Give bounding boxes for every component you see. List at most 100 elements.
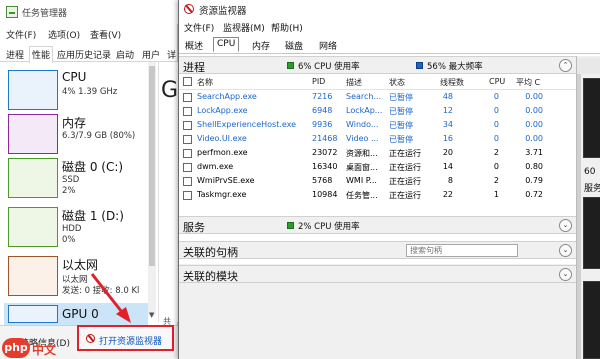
- process-pid: 10984: [312, 190, 338, 199]
- tab-memory[interactable]: 内存: [252, 39, 270, 52]
- process-cpu: 0: [493, 162, 499, 171]
- perf-item-ethernet[interactable]: 以太网 以太网 发送: 0 接收: 8.0 Kl: [4, 254, 148, 306]
- handles-title: 关联的句柄: [183, 246, 238, 259]
- handles-section-header[interactable]: 关联的句柄 ⌄: [179, 241, 576, 259]
- process-status: 已暂停: [389, 93, 413, 102]
- row-checkbox[interactable]: [183, 93, 192, 102]
- process-pid: 21468: [312, 134, 338, 143]
- cpu-graph: [583, 78, 600, 158]
- process-cpu: 2: [493, 176, 499, 185]
- collapse-chevron-icon[interactable]: ⌃: [559, 59, 572, 72]
- resource-monitor-titlebar: 资源监视器: [179, 0, 600, 17]
- services-section-header[interactable]: 服务 2% CPU 使用率 ⌄: [179, 216, 576, 234]
- tab-processes[interactable]: 进程: [6, 48, 24, 61]
- column-cpu[interactable]: CPU: [489, 77, 505, 86]
- process-cpu: 2: [493, 148, 499, 157]
- table-row[interactable]: WmiPrvSE.exe 5768 WMI P... 正在运行 8 2 0.79: [179, 175, 576, 189]
- tab-details[interactable]: 详: [167, 48, 176, 61]
- task-manager-titlebar: 任务管理器: [0, 0, 178, 24]
- row-checkbox[interactable]: [183, 177, 192, 186]
- menu-view[interactable]: 查看(V): [90, 28, 121, 41]
- row-checkbox[interactable]: [183, 135, 192, 144]
- perf-item-name: CPU: [62, 70, 87, 84]
- tab-overview[interactable]: 概述: [185, 39, 203, 52]
- process-avg-cpu: 0.00: [525, 106, 543, 115]
- table-row[interactable]: LockApp.exe 6948 LockAp... 已暂停 12 0 0.00: [179, 105, 576, 119]
- process-avg-cpu: 0.80: [525, 162, 543, 171]
- graph-service-label: 服务: [584, 184, 600, 194]
- perf-item-usage: 0%: [62, 235, 76, 245]
- process-description: Windo...: [346, 120, 379, 129]
- row-checkbox[interactable]: [183, 107, 192, 116]
- processes-section-header[interactable]: 进程 6% CPU 使用率 56% 最大频率 ⌃: [179, 56, 576, 74]
- process-status: 正在运行: [389, 163, 421, 172]
- tab-performance[interactable]: 性能: [29, 46, 54, 63]
- table-row[interactable]: Video.UI.exe 21468 Video ... 已暂停 16 0 0.00: [179, 133, 576, 147]
- menu-file[interactable]: 文件(F): [184, 21, 214, 34]
- row-checkbox[interactable]: [183, 163, 192, 172]
- services-cpu-usage-text: 2% CPU 使用率: [298, 222, 360, 232]
- menu-help[interactable]: 帮助(H): [271, 21, 303, 34]
- process-status: 已暂停: [389, 135, 413, 144]
- resource-monitor-tabs: 概述 CPU 内存 磁盘 网络: [179, 36, 600, 54]
- perf-item-disk-1[interactable]: 磁盘 1 (D:) HDD 0%: [4, 205, 148, 257]
- services-title: 服务: [183, 221, 205, 234]
- search-handles-input[interactable]: [406, 244, 518, 257]
- resource-monitor-main: 进程 6% CPU 使用率 56% 最大频率 ⌃ 名称 PID 描述 状态 线程…: [179, 56, 576, 359]
- tab-cpu[interactable]: CPU: [213, 37, 240, 52]
- table-row[interactable]: dwm.exe 16340 桌面窗... 正在运行 14 0 0.80: [179, 161, 576, 175]
- scroll-down-icon[interactable]: ▼: [149, 311, 154, 319]
- row-checkbox[interactable]: [183, 149, 192, 158]
- perf-list-scrollbar[interactable]: [148, 62, 156, 316]
- perf-item-gpu[interactable]: GPU 0: [4, 303, 148, 325]
- max-frequency-indicator-icon: [416, 62, 423, 69]
- column-status[interactable]: 状态: [389, 77, 405, 88]
- select-all-checkbox[interactable]: [183, 77, 192, 86]
- tab-app-history[interactable]: 应用历史记录: [57, 48, 111, 61]
- process-description: 任务管...: [346, 191, 378, 200]
- perf-detail-pane: G 共: [158, 62, 178, 326]
- expand-chevron-icon[interactable]: ⌄: [559, 268, 572, 281]
- tab-users[interactable]: 用户: [142, 48, 160, 61]
- max-frequency-text: 56% 最大频率: [427, 62, 483, 72]
- table-row[interactable]: SearchApp.exe 7216 Search... 已暂停 48 0 0.00: [179, 91, 576, 105]
- process-status: 已暂停: [389, 107, 413, 116]
- menu-file[interactable]: 文件(F): [6, 28, 36, 41]
- open-resource-monitor-link[interactable]: 打开资源监视器: [77, 325, 174, 351]
- cpu-graph-panel: 60 服务: [576, 56, 600, 359]
- process-description: WMI P...: [346, 176, 377, 185]
- splitter[interactable]: [577, 74, 581, 359]
- row-checkbox[interactable]: [183, 121, 192, 130]
- row-checkbox[interactable]: [183, 191, 192, 200]
- perf-item-detail: SSD: [62, 175, 80, 185]
- memory-graph-thumb: [8, 114, 58, 154]
- menu-monitor[interactable]: 监视器(M): [223, 21, 265, 34]
- task-manager-title: 任务管理器: [22, 9, 68, 19]
- column-description[interactable]: 描述: [346, 77, 362, 88]
- perf-item-usage: 2%: [62, 186, 76, 196]
- process-pid: 5768: [312, 176, 333, 185]
- tab-disk[interactable]: 磁盘: [285, 39, 303, 52]
- process-status: 正在运行: [389, 177, 421, 186]
- column-avg-cpu[interactable]: 平均 C: [516, 77, 540, 88]
- perf-item-name: 以太网: [62, 258, 99, 272]
- column-threads[interactable]: 线程数: [440, 77, 464, 88]
- tab-startup[interactable]: 启动: [116, 48, 134, 61]
- expand-chevron-icon[interactable]: ⌄: [559, 219, 572, 232]
- modules-section-header[interactable]: 关联的模块 ⌄: [179, 265, 576, 283]
- column-name[interactable]: 名称: [197, 77, 213, 88]
- process-pid: 9936: [312, 120, 333, 129]
- perf-item-usage: 发送: 0 接收: 8.0 Kl: [62, 286, 140, 296]
- tab-network[interactable]: 网络: [319, 39, 337, 52]
- perf-item-disk-0[interactable]: 磁盘 0 (C:) SSD 2%: [4, 156, 148, 208]
- resource-monitor-title: 资源监视器: [199, 6, 247, 17]
- table-row[interactable]: perfmon.exe 23072 资源和... 正在运行 20 2 3.71: [179, 147, 576, 161]
- column-pid[interactable]: PID: [312, 77, 325, 86]
- menu-options[interactable]: 选项(O): [48, 28, 80, 41]
- expand-chevron-icon[interactable]: ⌄: [559, 244, 572, 257]
- table-row[interactable]: Taskmgr.exe 10984 任务管... 正在运行 22 1 0.72: [179, 189, 576, 203]
- table-row[interactable]: ShellExperienceHost.exe 9936 Windo... 已暂停 34…: [179, 119, 576, 133]
- process-avg-cpu: 0.00: [525, 92, 543, 101]
- process-description: 资源和...: [346, 149, 378, 158]
- process-cpu: 0: [493, 120, 499, 129]
